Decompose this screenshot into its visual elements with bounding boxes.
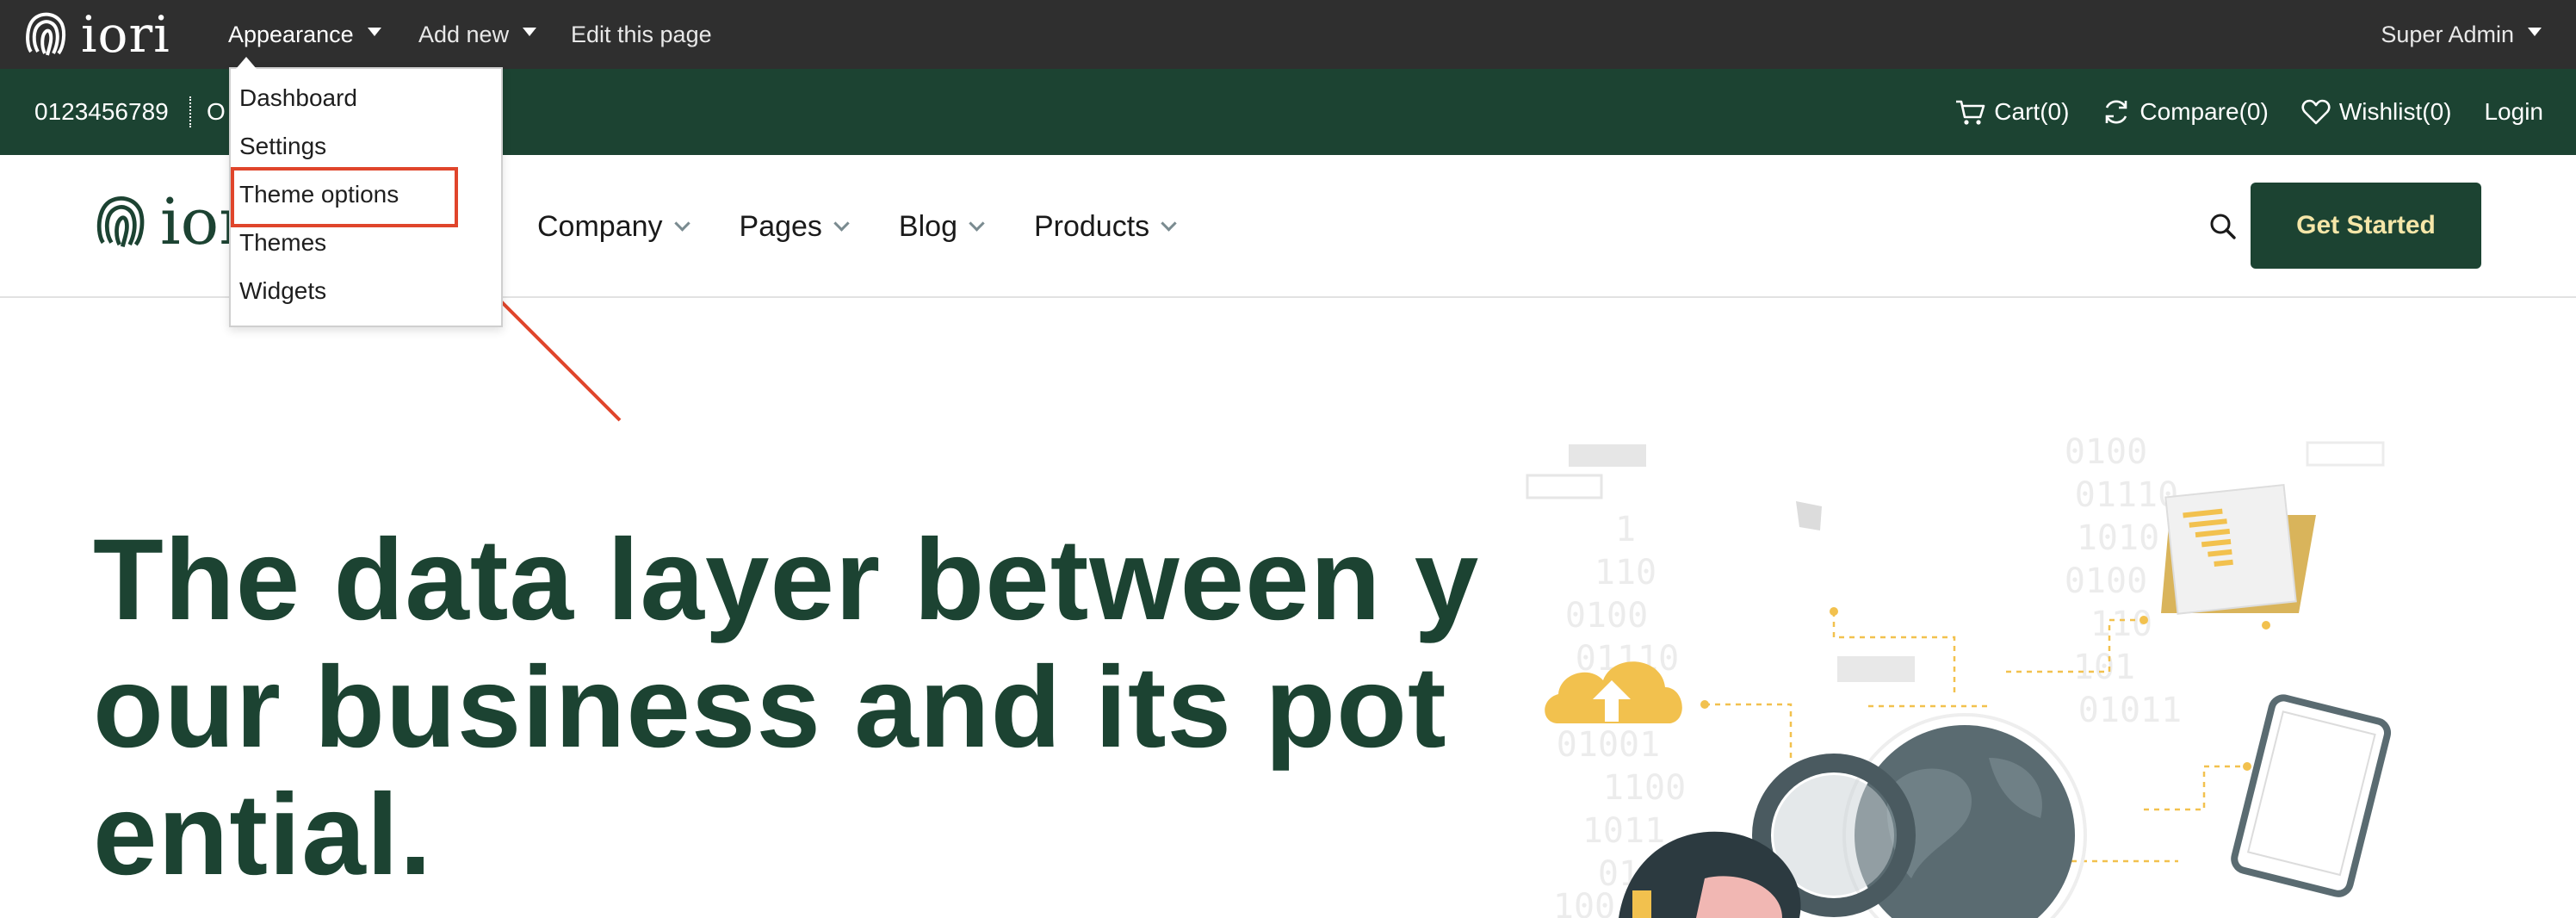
compare-label: Compare(0) bbox=[2139, 98, 2269, 125]
dropdown-pointer bbox=[236, 57, 257, 69]
heart-icon bbox=[2301, 99, 2331, 125]
binary-text: 01001 bbox=[1557, 725, 1660, 765]
binary-text: 01011 bbox=[2078, 691, 2182, 730]
highlight-box bbox=[231, 167, 458, 227]
nav-item-blog[interactable]: Blog bbox=[898, 209, 985, 244]
dropdown-item-dashboard[interactable]: Dashboard bbox=[239, 84, 357, 112]
dropdown-item-widgets[interactable]: Widgets bbox=[239, 277, 326, 305]
cart-icon bbox=[1956, 100, 1985, 125]
wishlist-link[interactable]: Wishlist(0) bbox=[2301, 98, 2452, 126]
wishlist-label: Wishlist(0) bbox=[2338, 98, 2452, 125]
binary-text: 0100 bbox=[2065, 561, 2147, 601]
binary-text: 110 bbox=[1595, 553, 1656, 592]
nav-item-products[interactable]: Products bbox=[1033, 209, 1177, 244]
cart-label: Cart(0) bbox=[1994, 98, 2070, 125]
dropdown-item-themes[interactable]: Themes bbox=[239, 229, 326, 257]
binary-text: 01110 bbox=[2075, 475, 2178, 515]
binary-text: 110 bbox=[2090, 605, 2152, 644]
cart-link[interactable]: Cart(0) bbox=[1954, 98, 2069, 126]
caret-down-icon bbox=[2528, 28, 2542, 36]
refresh-icon bbox=[2106, 100, 2127, 124]
nav-label: Pages bbox=[739, 209, 822, 243]
nav-label: Blog bbox=[898, 209, 957, 243]
chevron-down-icon bbox=[1161, 214, 1177, 232]
binary-text: 1010 bbox=[2077, 518, 2159, 558]
binary-text: 101 bbox=[2073, 648, 2135, 687]
binary-text: 0100 bbox=[2065, 432, 2147, 472]
chevron-down-icon bbox=[969, 214, 985, 232]
login-label: Login bbox=[2484, 98, 2543, 125]
binary-text: 100 bbox=[1553, 887, 1615, 918]
user-menu[interactable]: Super Admin bbox=[2381, 0, 2542, 69]
top-links: Cart(0) Compare(0) Wishlist(0) Login bbox=[1954, 69, 2543, 155]
binary-text: 1011 bbox=[1582, 811, 1665, 851]
data-illustration: 1 110 0100 01110 01001 1100 1011 01 100 … bbox=[1526, 432, 2392, 918]
compare-link[interactable]: Compare(0) bbox=[2102, 97, 2269, 127]
chevron-down-icon bbox=[833, 214, 850, 232]
binary-text: 0100 bbox=[1565, 596, 1648, 636]
binary-text: 1 bbox=[1615, 510, 1636, 549]
appearance-dropdown: Dashboard Settings Theme options Themes … bbox=[229, 57, 503, 327]
get-started-button[interactable]: Get Started bbox=[2251, 183, 2481, 269]
search-icon[interactable] bbox=[2208, 212, 2238, 241]
chevron-down-icon bbox=[673, 214, 690, 232]
nav-label: Products bbox=[1033, 209, 1150, 243]
binary-text: 1100 bbox=[1603, 768, 1686, 808]
hero-title: The data layer between your business and… bbox=[93, 516, 1480, 899]
dropdown-item-settings[interactable]: Settings bbox=[239, 133, 326, 160]
login-link[interactable]: Login bbox=[2484, 98, 2543, 126]
nav-item-pages[interactable]: Pages bbox=[739, 209, 850, 244]
user-name: Super Admin bbox=[2381, 21, 2514, 47]
